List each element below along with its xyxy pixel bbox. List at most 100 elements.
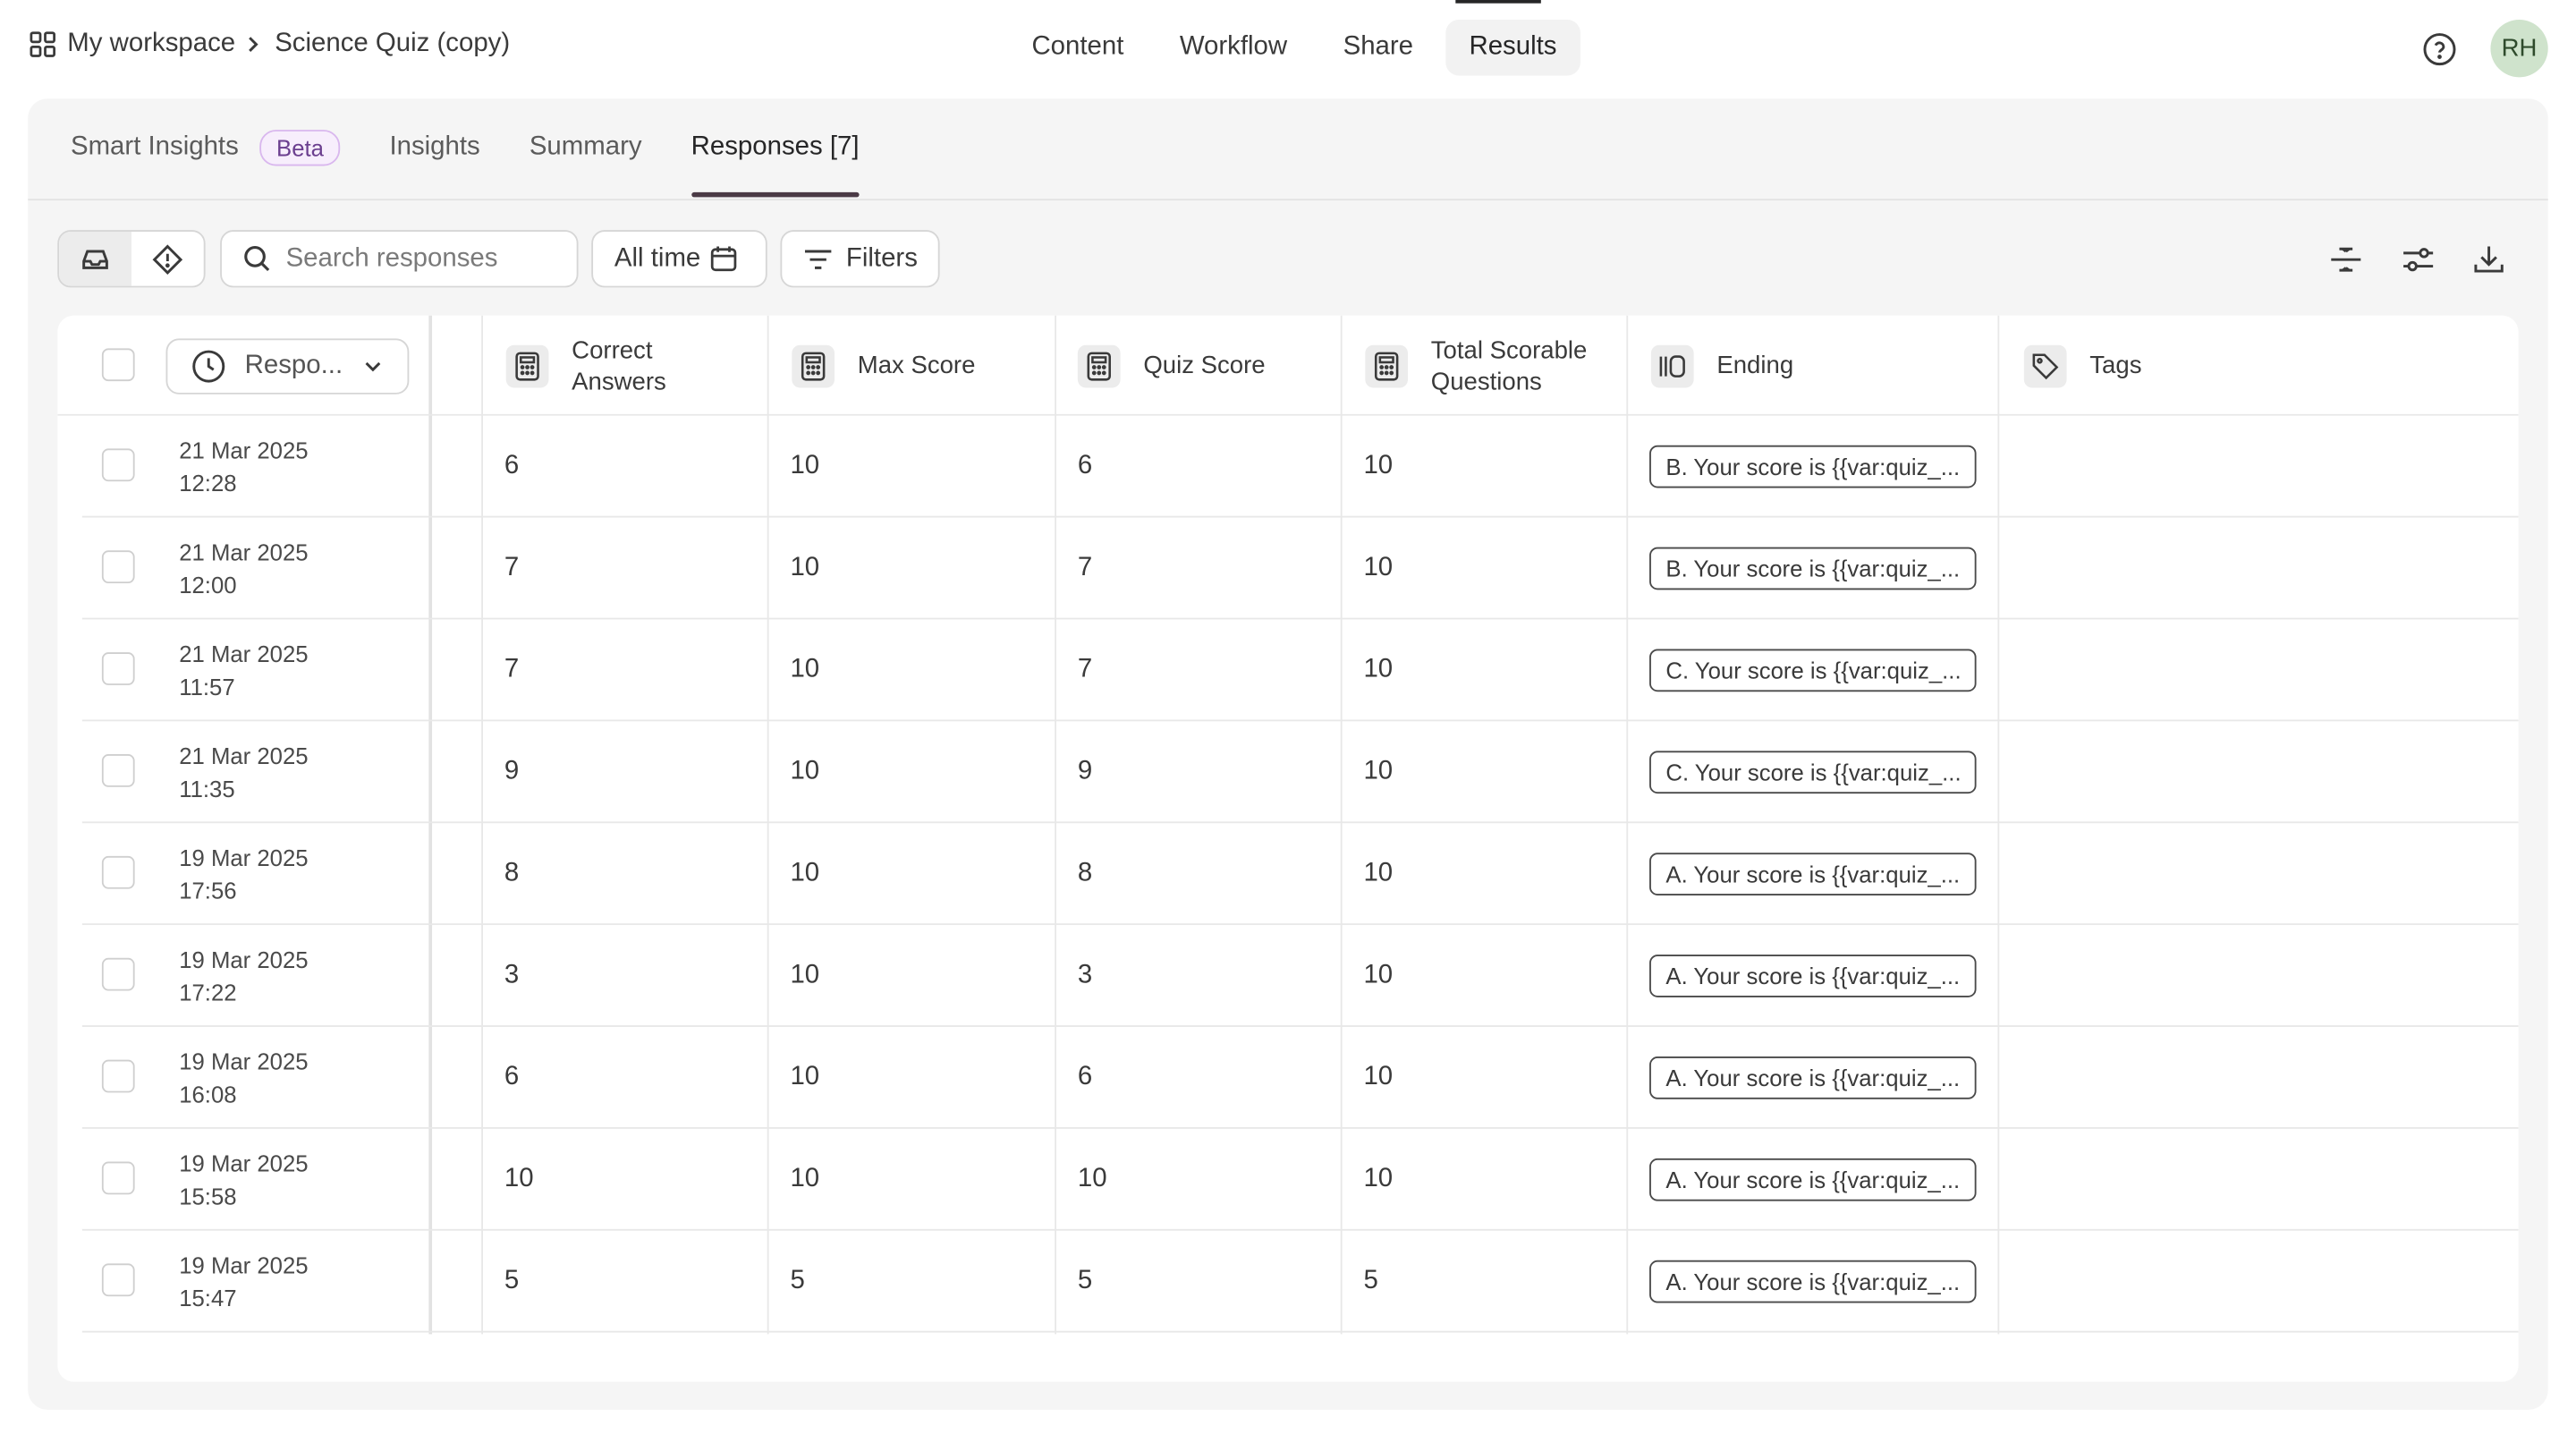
select-all-checkbox[interactable]: [101, 348, 135, 382]
tab-summary[interactable]: Summary: [530, 98, 642, 197]
tags-cell[interactable]: [2022, 1027, 2515, 1129]
table-row[interactable]: 19 Mar 2025 16:08 6 10 6 10 A. Your score is {…: [81, 1027, 2519, 1129]
partial-responses-button[interactable]: [131, 232, 204, 286]
responses-table: Respo... Correct Answers Max Score Quiz …: [57, 315, 2519, 1382]
search-input[interactable]: [285, 243, 565, 274]
row-checkbox[interactable]: [101, 1263, 135, 1297]
divider: [28, 199, 2548, 201]
quiz-score-cell: 10: [1077, 1165, 1107, 1193]
row-checkbox[interactable]: [101, 754, 135, 787]
nav-results[interactable]: Results: [1445, 20, 1580, 76]
ending-cell: C. Your score is {{var:quiz_...: [1649, 721, 1977, 823]
column-header-max-score[interactable]: Max Score: [792, 316, 1038, 416]
search-field[interactable]: [220, 230, 579, 288]
row-checkbox[interactable]: [101, 957, 135, 991]
row-density-icon[interactable]: [2328, 242, 2364, 277]
tab-responses[interactable]: Responses [7]: [691, 98, 860, 198]
nav-share[interactable]: Share: [1320, 20, 1436, 75]
ending-icon: [1650, 344, 1694, 387]
ending-tag[interactable]: A. Your score is {{var:quiz_...: [1649, 1158, 1977, 1201]
table-row[interactable]: 21 Mar 2025 12:00 7 10 7 10 B. Your score is {…: [81, 518, 2519, 620]
results-panel: Smart Insights Beta Insights Summary Res…: [28, 98, 2548, 1410]
correct-answers-cell: 7: [504, 655, 520, 684]
nav-workflow[interactable]: Workflow: [1157, 20, 1310, 75]
quiz-score-cell: 7: [1077, 553, 1093, 582]
row-checkbox[interactable]: [101, 1059, 135, 1093]
column-header-ending[interactable]: Ending: [1650, 316, 1979, 416]
tags-cell[interactable]: [2022, 823, 2515, 925]
filters-button[interactable]: Filters: [780, 230, 940, 288]
column-header-total-scorable-questions[interactable]: Total Scorable Questions: [1365, 316, 1612, 416]
calculator-icon: [505, 344, 549, 387]
time-range-button[interactable]: All time: [591, 230, 767, 288]
total-scorable-cell: 5: [1363, 1267, 1378, 1295]
tags-cell[interactable]: [2022, 416, 2515, 518]
tags-cell[interactable]: [2022, 721, 2515, 823]
tag-icon: [2023, 344, 2067, 387]
tab-smart-insights[interactable]: Smart Insights Beta: [71, 98, 341, 197]
ending-tag[interactable]: C. Your score is {{var:quiz_...: [1649, 751, 1977, 794]
table-row[interactable]: 19 Mar 2025 15:47 5 5 5 5 A. Your score is {{v…: [81, 1231, 2519, 1333]
response-column-select[interactable]: Respo...: [165, 338, 410, 395]
response-date-cell: 21 Mar 2025 12:28: [179, 416, 308, 518]
ending-tag[interactable]: C. Your score is {{var:quiz_...: [1649, 649, 1977, 692]
inbox-view-button[interactable]: [59, 231, 131, 286]
response-time: 11:35: [179, 775, 235, 802]
response-time: 11:57: [179, 674, 235, 700]
chevron-right-icon: [249, 37, 259, 52]
ending-tag[interactable]: B. Your score is {{var:quiz_...: [1649, 547, 1977, 590]
avatar[interactable]: RH: [2490, 20, 2548, 78]
ending-tag[interactable]: B. Your score is {{var:quiz_...: [1649, 445, 1977, 488]
total-scorable-cell: 10: [1363, 859, 1394, 887]
chevron-down-icon: [365, 361, 381, 372]
column-label: Max Score: [857, 352, 976, 380]
nav-content[interactable]: Content: [1009, 20, 1147, 75]
row-checkbox[interactable]: [101, 448, 135, 482]
settings-sliders-icon[interactable]: [2400, 242, 2436, 277]
help-icon[interactable]: [2421, 31, 2457, 67]
correct-answers-cell: 3: [504, 961, 520, 989]
tags-cell[interactable]: [2022, 619, 2515, 721]
table-row[interactable]: 19 Mar 2025 17:22 3 10 3 10 A. Your score is {…: [81, 925, 2519, 1027]
ending-tag[interactable]: A. Your score is {{var:quiz_...: [1649, 853, 1977, 896]
ending-tag[interactable]: A. Your score is {{var:quiz_...: [1649, 1056, 1977, 1099]
table-header: Respo... Correct Answers Max Score Quiz …: [57, 316, 2519, 416]
response-date: 19 Mar 2025: [179, 1150, 309, 1177]
tags-cell[interactable]: [2022, 518, 2515, 620]
row-checkbox[interactable]: [101, 550, 135, 584]
download-icon[interactable]: [2470, 242, 2506, 277]
ending-tag[interactable]: A. Your score is {{var:quiz_...: [1649, 1260, 1977, 1303]
column-header-correct-answers[interactable]: Correct Answers: [505, 316, 753, 416]
calculator-icon: [1077, 344, 1121, 387]
tags-cell[interactable]: [2022, 1231, 2515, 1333]
ending-cell: C. Your score is {{var:quiz_...: [1649, 619, 1977, 721]
responses-toolbar: All time Filters: [57, 230, 2521, 289]
correct-answers-cell: 8: [504, 859, 520, 887]
tags-cell[interactable]: [2022, 925, 2515, 1027]
table-row[interactable]: 21 Mar 2025 11:57 7 10 7 10 C. Your score is {…: [81, 619, 2519, 722]
tags-cell[interactable]: [2022, 1129, 2515, 1231]
breadcrumb-workspace[interactable]: My workspace: [67, 30, 235, 59]
column-header-quiz-score[interactable]: Quiz Score: [1077, 316, 1325, 416]
response-date-cell: 21 Mar 2025 11:35: [179, 721, 308, 823]
table-row[interactable]: 21 Mar 2025 12:28 6 10 6 10 B. Your score is {…: [81, 416, 2519, 518]
table-row[interactable]: 21 Mar 2025 11:35 9 10 9 10 C. Your score is {…: [81, 721, 2519, 824]
correct-answers-cell: 5: [504, 1267, 520, 1295]
total-scorable-cell: 10: [1363, 1063, 1394, 1091]
row-checkbox[interactable]: [101, 652, 135, 685]
table-row[interactable]: 19 Mar 2025 17:56 8 10 8 10 A. Your score is {…: [81, 823, 2519, 926]
correct-answers-cell: 9: [504, 757, 520, 785]
max-score-cell: 10: [790, 1063, 820, 1091]
tab-insights[interactable]: Insights: [389, 98, 479, 197]
ending-tag[interactable]: A. Your score is {{var:quiz_...: [1649, 955, 1977, 997]
column-header-tags[interactable]: Tags: [2023, 316, 2352, 416]
response-time: 12:28: [179, 470, 237, 496]
breadcrumb-form[interactable]: Science Quiz (copy): [275, 30, 510, 59]
ending-cell: A. Your score is {{var:quiz_...: [1649, 1129, 1977, 1231]
ending-cell: A. Your score is {{var:quiz_...: [1649, 823, 1977, 925]
max-score-cell: 10: [790, 1165, 820, 1193]
grid-icon[interactable]: [30, 31, 55, 57]
row-checkbox[interactable]: [101, 855, 135, 889]
table-row[interactable]: 19 Mar 2025 15:58 10 10 10 10 A. Your score is…: [81, 1129, 2519, 1231]
row-checkbox[interactable]: [101, 1161, 135, 1195]
